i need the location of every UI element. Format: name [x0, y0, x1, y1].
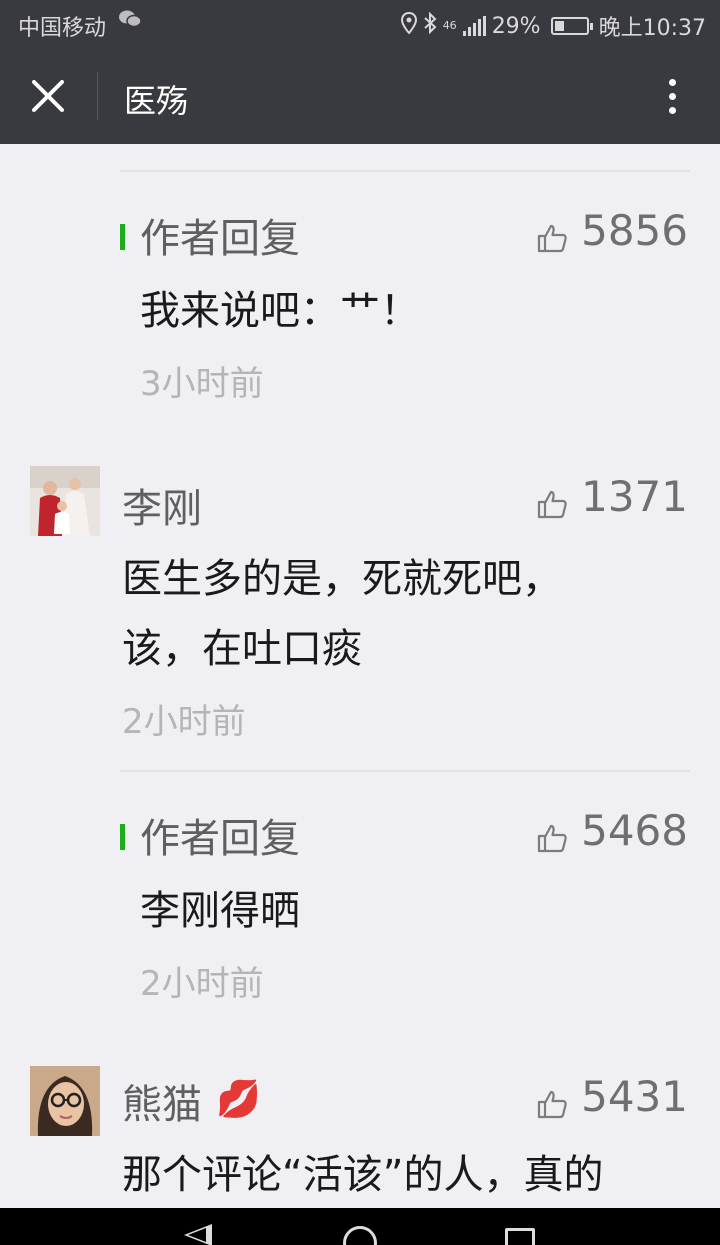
clock: 晚上10:37: [598, 16, 706, 41]
more-dot-icon: [668, 78, 676, 86]
like-count: 5431: [581, 1072, 688, 1121]
like-button[interactable]: [536, 1088, 568, 1120]
thumbs-up-icon: [537, 824, 567, 853]
recent-apps-icon[interactable]: [505, 1228, 535, 1245]
reply-accent-bar: [120, 824, 125, 850]
like-button[interactable]: [536, 222, 568, 254]
author-reply-label: 作者回复: [140, 216, 300, 262]
comment-text: 李刚得晒: [140, 888, 300, 934]
like-button[interactable]: [536, 488, 568, 520]
commenter-name: 李刚: [122, 486, 202, 532]
status-bar: 中国移动 46 29% 晚上10:37: [0, 0, 720, 48]
system-nav-bar: [0, 1208, 720, 1245]
carrier-name: 中国移动: [18, 16, 107, 41]
bluetooth-icon: [423, 11, 437, 40]
like-button[interactable]: [536, 822, 568, 854]
page-title: 医殇: [124, 82, 189, 120]
close-button[interactable]: [24, 72, 72, 120]
thumbs-up-icon: [537, 1090, 567, 1119]
thumbs-up-icon: [537, 224, 567, 253]
comment-time: 2小时前: [140, 964, 264, 1004]
nav-divider: [97, 72, 98, 120]
like-count: 1371: [581, 472, 688, 521]
like-count: 5856: [581, 206, 688, 255]
home-icon[interactable]: [343, 1226, 377, 1245]
comment-text-line: 该，在吐口痰: [122, 626, 362, 672]
battery-level: [554, 21, 564, 31]
more-dot-icon: [668, 106, 676, 114]
battery-icon: [550, 17, 593, 35]
back-icon[interactable]: [184, 1224, 212, 1245]
comment-divider: [120, 770, 690, 772]
commenter-name: 熊猫: [122, 1082, 202, 1128]
comment-text: 我来说吧：艹！: [140, 288, 420, 334]
top-nav-bar: 医殇: [0, 48, 720, 144]
comment-text-line: 那个评论“活该”的人，真的: [122, 1152, 604, 1198]
lips-emoji: 💋: [216, 1079, 261, 1120]
close-icon: [32, 80, 64, 112]
wechat-notification-icon: [118, 9, 142, 34]
signal-icon: [462, 16, 486, 36]
comments-feed[interactable]: 作者回复 5856 我来说吧：艹！ 3小时前 李刚 1371 医生多的是，死就死…: [0, 144, 720, 1208]
avatar[interactable]: [30, 466, 100, 536]
comment-time: 2小时前: [122, 702, 246, 742]
comment-text-line: 医生多的是，死就死吧，: [122, 556, 562, 602]
more-dot-icon: [668, 92, 676, 100]
avatar[interactable]: [30, 1066, 100, 1136]
author-reply-label: 作者回复: [140, 816, 300, 862]
comment-divider: [120, 170, 690, 172]
location-icon: [400, 11, 417, 40]
thumbs-up-icon: [537, 490, 567, 519]
reply-accent-bar: [120, 224, 125, 250]
like-count: 5468: [581, 806, 688, 855]
comment-time: 3小时前: [140, 364, 264, 404]
more-menu-button[interactable]: [650, 72, 694, 120]
battery-percent: 29%: [491, 13, 541, 39]
network-type: 46: [442, 19, 457, 32]
